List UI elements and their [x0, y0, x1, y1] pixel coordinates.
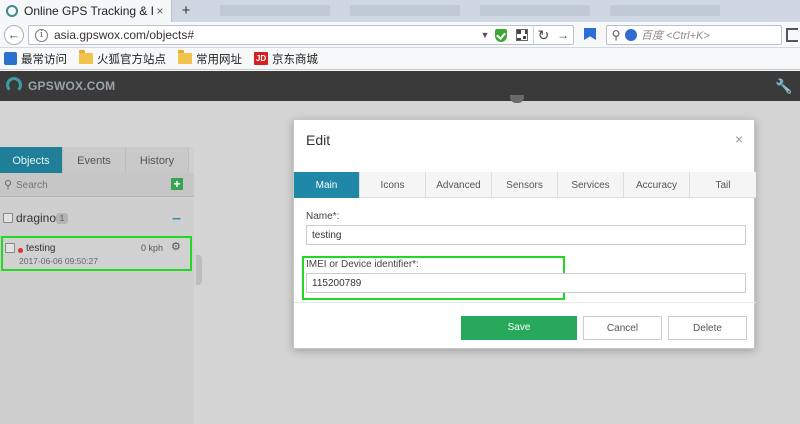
qr-code-icon[interactable]: [516, 29, 528, 41]
background-tab[interactable]: [350, 5, 460, 16]
tab-sensors[interactable]: Sensors: [492, 172, 558, 198]
browser-tab-bar: Online GPS Tracking & Fle × +: [0, 0, 800, 22]
panel-tabs: Objects Events History: [0, 147, 194, 173]
bookmark-label: 最常访问: [21, 53, 67, 66]
objects-search-input[interactable]: [16, 177, 156, 193]
search-icon: ⚲: [4, 179, 13, 191]
browser-tab[interactable]: Online GPS Tracking & Fle ×: [0, 0, 172, 22]
search-icon: ⚲: [611, 28, 621, 42]
go-arrow-icon[interactable]: →: [553, 26, 573, 44]
name-field[interactable]: [306, 225, 746, 245]
bookmark-label: 常用网址: [196, 53, 242, 66]
background-tabs: [200, 0, 800, 22]
bookmark-common-sites[interactable]: 常用网址: [178, 50, 242, 67]
group-row[interactable]: dragino 1 –: [0, 209, 194, 227]
overflow-icon[interactable]: [786, 28, 798, 42]
site-favicon-icon: [6, 5, 18, 17]
imei-label: IMEI or Device identifier*:: [306, 259, 419, 270]
save-button[interactable]: Save: [461, 316, 577, 340]
imei-field[interactable]: [306, 273, 746, 293]
tab-main[interactable]: Main: [294, 172, 360, 198]
group-collapse-toggle[interactable]: –: [172, 210, 181, 228]
tab-tail[interactable]: Tail: [690, 172, 756, 198]
tab-title: Online GPS Tracking & Fle: [24, 4, 153, 18]
name-label: Name*:: [306, 211, 340, 222]
panel-search-bar: ⚲ +: [0, 173, 194, 197]
url-text[interactable]: asia.gpswox.com/objects#: [54, 28, 479, 42]
chevron-down-icon[interactable]: ▼: [479, 30, 491, 40]
tab-close-icon[interactable]: ×: [153, 4, 167, 18]
folder-icon: [79, 50, 93, 64]
tab-advanced[interactable]: Advanced: [426, 172, 492, 198]
baidu-engine-icon[interactable]: [625, 29, 637, 41]
group-name: dragino: [16, 211, 57, 225]
modal-tabs: Main Icons Advanced Sensors Services Acc…: [294, 172, 756, 198]
reload-icon[interactable]: ↻: [533, 26, 553, 44]
status-dot-icon: [18, 248, 23, 253]
background-tab[interactable]: [480, 5, 590, 16]
group-checkbox[interactable]: [3, 213, 13, 223]
bookmarks-bar: 最常访问 火狐官方站点 常用网址 JD 京东商城: [0, 48, 800, 70]
device-checkbox[interactable]: [5, 243, 15, 253]
bookmark-icon[interactable]: [584, 28, 596, 40]
tab-icons[interactable]: Icons: [360, 172, 426, 198]
add-object-button[interactable]: +: [171, 178, 183, 190]
delete-button[interactable]: Delete: [668, 316, 747, 340]
bookmark-blue-icon: [4, 52, 17, 65]
search-placeholder[interactable]: 百度 <Ctrl+K>: [641, 27, 710, 43]
modal-title: Edit: [306, 132, 331, 148]
device-speed: 0 kph: [141, 243, 164, 253]
bookmark-most-visited[interactable]: 最常访问: [4, 51, 67, 67]
gear-icon[interactable]: ⚙: [171, 240, 181, 253]
device-name: testing: [26, 243, 56, 254]
bookmark-label: 火狐官方站点: [97, 53, 166, 66]
bookmark-firefox-sites[interactable]: 火狐官方站点: [79, 50, 166, 67]
wrench-icon[interactable]: 🔧: [775, 77, 793, 95]
tab-objects[interactable]: Objects: [0, 147, 63, 173]
objects-panel: Objects Events History ⚲ + dragino 1 – t…: [0, 147, 194, 424]
background-tab[interactable]: [220, 5, 330, 16]
device-timestamp: 2017-06-06 09:50:27: [19, 256, 98, 266]
background-tab[interactable]: [610, 5, 720, 16]
new-tab-button[interactable]: +: [178, 0, 194, 22]
search-box[interactable]: ⚲ 百度 <Ctrl+K>: [606, 25, 782, 45]
group-count-badge: 1: [56, 213, 68, 224]
tab-accuracy[interactable]: Accuracy: [624, 172, 690, 198]
device-row[interactable]: testing 2017-06-06 09:50:27 0 kph ⚙: [1, 236, 192, 271]
jd-icon: JD: [254, 52, 268, 65]
modal-divider: [294, 302, 756, 303]
back-arrow-icon[interactable]: ←: [4, 25, 24, 45]
bookmark-jd[interactable]: JD 京东商城: [254, 51, 318, 67]
tab-services[interactable]: Services: [558, 172, 624, 198]
app-header: GPSWOX.COM 🔧: [0, 71, 800, 101]
close-icon[interactable]: ×: [735, 131, 743, 147]
info-icon[interactable]: i: [35, 28, 48, 42]
app-logo-text[interactable]: GPSWOX.COM: [28, 79, 115, 93]
shield-check-icon[interactable]: [495, 28, 507, 42]
panel-resize-handle[interactable]: [196, 255, 202, 285]
edit-modal: Edit × Main Icons Advanced Sensors Servi…: [293, 119, 756, 349]
address-bar[interactable]: i asia.gpswox.com/objects# ▼ ↻ →: [28, 25, 574, 45]
tab-history[interactable]: History: [126, 147, 189, 173]
cancel-button[interactable]: Cancel: [583, 316, 662, 340]
gpswox-logo-icon[interactable]: [6, 77, 22, 93]
browser-nav-bar: ← i asia.gpswox.com/objects# ▼ ↻ → ⚲ 百度 …: [0, 22, 800, 48]
folder-icon: [178, 50, 192, 64]
tab-events[interactable]: Events: [63, 147, 126, 173]
bookmark-label: 京东商城: [272, 53, 318, 66]
